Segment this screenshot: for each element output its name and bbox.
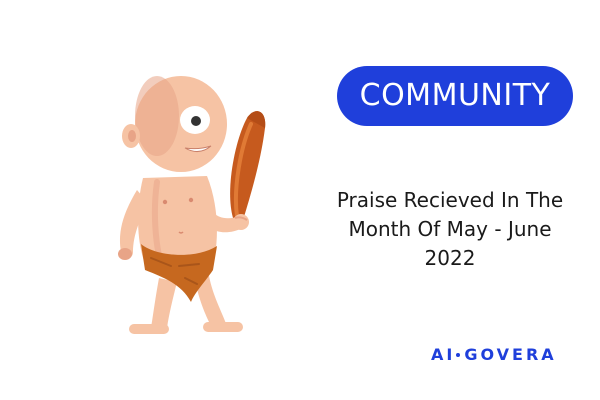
aigovera-logo: AI GOVERA — [431, 344, 561, 366]
community-badge: COMMUNITY — [337, 66, 573, 126]
cyclops-caveman-with-club-icon — [95, 70, 285, 340]
headline-line-3: 2022 — [424, 246, 476, 270]
headline-line-1: Praise Recieved In The — [336, 188, 564, 212]
headline-line-2: Month Of May - June — [348, 217, 552, 241]
community-banner: COMMUNITY Praise Recieved In The Month O… — [0, 0, 600, 400]
club-icon — [230, 111, 266, 220]
logo-dot-icon — [456, 353, 461, 357]
badge-label: COMMUNITY — [359, 78, 551, 113]
logo-text-ai: AI — [431, 345, 456, 364]
logo-text-govera: GOVERA — [464, 345, 557, 364]
headline: Praise Recieved In The Month Of May - Ju… — [300, 186, 600, 273]
